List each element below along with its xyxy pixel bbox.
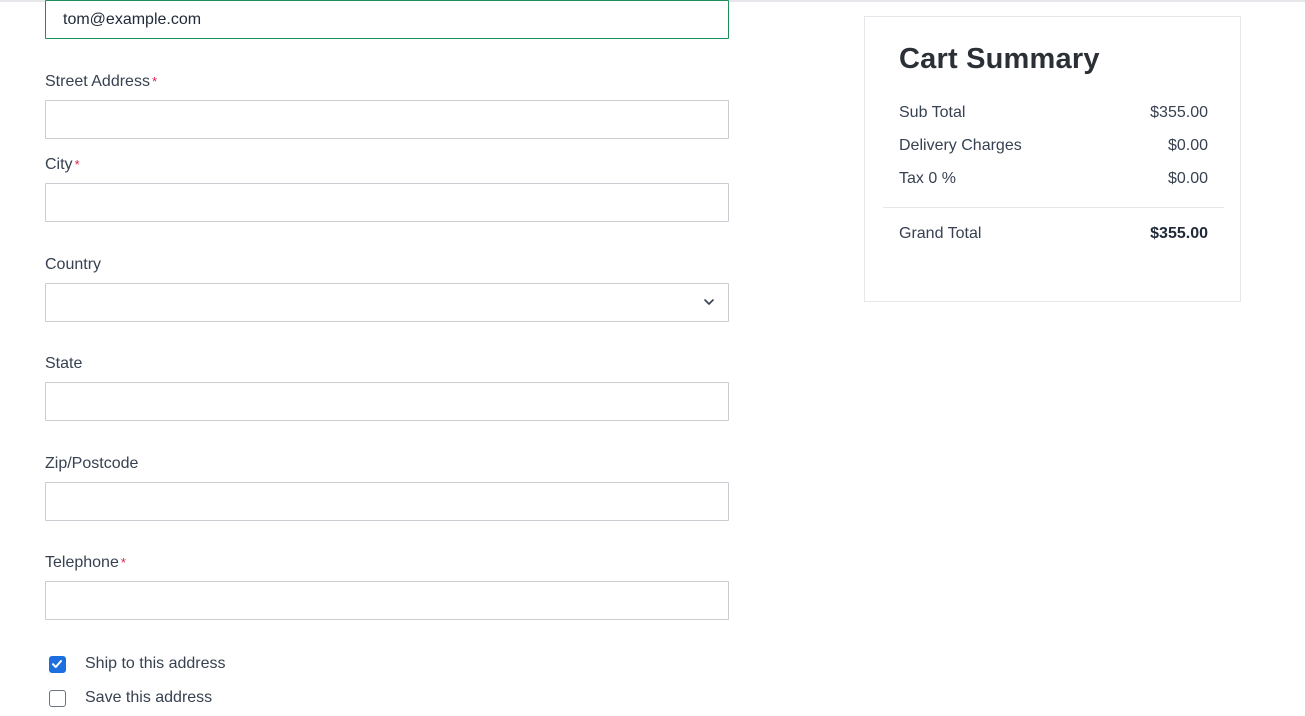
state-group: State bbox=[45, 353, 729, 421]
summary-row-grand-total: Grand Total $355.00 bbox=[899, 225, 1208, 243]
country-group: Country bbox=[45, 254, 729, 322]
zip-group: Zip/Postcode bbox=[45, 453, 729, 521]
cart-summary-panel: Cart Summary Sub Total $355.00 Delivery … bbox=[864, 16, 1241, 302]
street-address-label-text: Street Address bbox=[45, 73, 150, 90]
city-label-text: City bbox=[45, 156, 73, 173]
save-address-label: Save this address bbox=[85, 689, 213, 706]
city-label: City * bbox=[45, 154, 729, 176]
street-address-input[interactable] bbox=[45, 100, 729, 139]
summary-row-value: $0.00 bbox=[1167, 170, 1208, 187]
save-address-row[interactable]: Save this address bbox=[49, 687, 212, 709]
required-mark: * bbox=[151, 74, 158, 89]
ship-to-address-row[interactable]: Ship to this address bbox=[49, 653, 226, 675]
ship-to-address-label: Ship to this address bbox=[85, 655, 226, 672]
summary-row-label: Sub Total bbox=[899, 104, 966, 121]
state-input[interactable] bbox=[45, 382, 729, 421]
save-address-checkbox[interactable] bbox=[49, 689, 66, 707]
email-field[interactable] bbox=[45, 0, 729, 39]
zip-input[interactable] bbox=[45, 482, 729, 521]
summary-row-value: $355.00 bbox=[1150, 104, 1208, 121]
country-select-wrap bbox=[45, 283, 729, 322]
city-input[interactable] bbox=[45, 183, 729, 222]
telephone-group: Telephone * bbox=[45, 552, 729, 620]
ship-to-address-checkbox[interactable] bbox=[49, 655, 66, 673]
country-label: Country bbox=[45, 256, 102, 273]
summary-row-value: $0.00 bbox=[1167, 137, 1208, 154]
summary-row-subtotal: Sub Total $355.00 bbox=[899, 104, 1208, 122]
summary-row-delivery: Delivery Charges $0.00 bbox=[899, 137, 1208, 155]
grand-total-value: $355.00 bbox=[1150, 225, 1208, 242]
city-group: City * bbox=[45, 154, 729, 222]
telephone-input[interactable] bbox=[45, 581, 729, 620]
required-mark: * bbox=[120, 555, 126, 570]
grand-total-label: Grand Total bbox=[899, 225, 982, 242]
street-address-label: Street Address * bbox=[45, 71, 729, 93]
email-field-group bbox=[45, 0, 729, 39]
telephone-label-text: Telephone bbox=[45, 554, 119, 571]
country-select[interactable] bbox=[45, 283, 729, 322]
summary-divider bbox=[883, 207, 1224, 208]
telephone-label: Telephone * bbox=[45, 552, 729, 574]
summary-row-tax: Tax 0 % $0.00 bbox=[899, 170, 1208, 188]
checkmark-icon bbox=[52, 659, 62, 668]
state-label: State bbox=[45, 355, 83, 372]
summary-row-label: Delivery Charges bbox=[899, 137, 1022, 154]
zip-label: Zip/Postcode bbox=[45, 455, 139, 472]
summary-row-label: Tax 0 % bbox=[899, 170, 956, 187]
street-address-group: Street Address * bbox=[45, 71, 729, 139]
cart-summary-title: Cart Summary bbox=[899, 43, 1100, 75]
required-mark: * bbox=[74, 157, 80, 172]
